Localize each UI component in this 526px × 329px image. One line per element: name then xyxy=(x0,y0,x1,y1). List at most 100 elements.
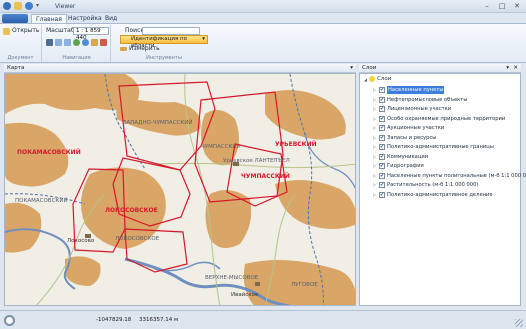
application-menu-button[interactable] xyxy=(2,14,28,23)
status-indicator-icon xyxy=(4,315,15,326)
layer-checkbox[interactable]: ✔ xyxy=(379,96,385,103)
scale-input[interactable]: 1 : 1 859 440 xyxy=(73,27,109,41)
layer-checkbox[interactable]: ✔ xyxy=(379,87,385,93)
scale-label: Масштаб: xyxy=(46,27,77,34)
expand-arrow-icon[interactable]: ▷ xyxy=(373,124,377,132)
pan-icon[interactable] xyxy=(91,39,98,46)
layers-root-icon xyxy=(369,76,376,82)
save-icon[interactable] xyxy=(46,39,53,46)
layer-label: Населенные пункты xyxy=(387,86,445,94)
info-icon[interactable] xyxy=(25,2,33,10)
layer-checkbox[interactable]: ✔ xyxy=(379,144,385,150)
map-label: ЗАПАДНО-ЧУМПАССКИЙ xyxy=(123,119,193,126)
open-button[interactable]: Открыть xyxy=(3,27,39,35)
layer-checkbox[interactable]: ✔ xyxy=(379,153,385,160)
status-bar: -1047829.18 3316357.14 м xyxy=(0,310,526,329)
map-label: ЛУГОВОЕ xyxy=(291,282,318,288)
zoom-out-icon[interactable] xyxy=(82,39,89,46)
layer-item[interactable]: ▷ ✔ Нефтепромысловые объекты xyxy=(373,96,467,104)
layers-tree: ◢ Слои ▷ ✔ Населенные пункты ▷ ✔ Нефтепромысл… xyxy=(359,73,526,306)
map-label: Локосово xyxy=(67,238,95,244)
tab-home[interactable]: Главная xyxy=(31,14,67,23)
measure-button[interactable]: Измерить xyxy=(120,45,160,53)
full-extent-icon[interactable] xyxy=(100,39,107,46)
expand-arrow-icon[interactable]: ▷ xyxy=(373,134,377,142)
layer-item[interactable]: ▷ ✔ Лицензионные участки xyxy=(373,105,451,113)
layer-item[interactable]: ▷ ✔ Запасы и ресурсы xyxy=(373,134,436,142)
map-label: ЧУМПАССКИЙ xyxy=(241,172,290,180)
window-controls: – □ ✕ xyxy=(480,1,524,11)
expand-arrow-icon[interactable]: ▷ xyxy=(373,162,377,170)
layer-checkbox[interactable]: ✔ xyxy=(379,191,385,198)
group-document: Открыть Документ xyxy=(0,25,42,62)
layers-root-label: Слои xyxy=(377,76,392,82)
search-input[interactable] xyxy=(142,27,200,35)
layer-checkbox[interactable]: ✔ xyxy=(379,106,385,112)
expand-arrow-icon[interactable]: ▷ xyxy=(373,153,377,161)
map-label: ЛОКОСОВСКОЕ xyxy=(105,207,158,214)
layer-label: Коммуникации xyxy=(387,153,429,160)
expand-arrow-icon[interactable]: ▷ xyxy=(373,172,377,180)
layer-checkbox[interactable]: ✔ xyxy=(379,115,385,122)
layer-item[interactable]: ▷ ✔ Коммуникации xyxy=(373,153,428,161)
layer-item[interactable]: ▷ ✔ Населенные пункты xyxy=(373,86,445,94)
layers-panel-header: Слои ▾ ✕ xyxy=(359,64,521,73)
layer-checkbox[interactable]: ✔ xyxy=(379,163,385,169)
layer-checkbox[interactable]: ✔ xyxy=(379,125,385,131)
layer-label: Населенные пункты полигональные (м-б 1:1… xyxy=(387,172,526,179)
close-button[interactable]: ✕ xyxy=(510,1,524,11)
minimize-button[interactable]: – xyxy=(480,1,494,11)
layer-item[interactable]: ▷ ✔ Политико-административные границы xyxy=(373,143,494,151)
back-arrow-icon[interactable] xyxy=(55,39,62,46)
group-navigation: Масштаб: 1 : 1 859 440 Навигация xyxy=(43,25,111,62)
layers-root[interactable]: ◢ Слои xyxy=(364,76,391,82)
layers-panel-pin-icon[interactable]: ▾ xyxy=(506,64,509,73)
expand-arrow-icon[interactable]: ▷ xyxy=(373,105,377,113)
map-panel-title: Карта xyxy=(7,65,25,71)
ribbon-tabs: Главная Настройка Вид xyxy=(0,13,526,23)
coord-unit: м xyxy=(173,317,179,323)
layer-checkbox[interactable]: ✔ xyxy=(379,172,385,179)
navigation-tools xyxy=(46,39,107,46)
tab-settings[interactable]: Настройка xyxy=(64,14,106,23)
tab-view[interactable]: Вид xyxy=(101,14,121,23)
map-label: ЧУМПАССКИЙ xyxy=(201,143,241,150)
layer-item[interactable]: ▷ ✔ Аукционные участки xyxy=(373,124,444,132)
ribbon: Открыть Документ Масштаб: 1 : 1 859 440 … xyxy=(0,23,526,63)
open-folder-icon[interactable] xyxy=(14,2,22,10)
layer-checkbox[interactable]: ✔ xyxy=(379,134,385,141)
collapse-arrow-icon[interactable]: ◢ xyxy=(364,77,367,82)
forward-arrow-icon[interactable] xyxy=(64,39,71,46)
layer-item[interactable]: ▷ ✔ Растительность (м-б 1:1 000 000) xyxy=(373,181,478,189)
expand-arrow-icon[interactable]: ▷ xyxy=(373,115,377,123)
map-svg[interactable]: ЗАПАДНО-ЧУМПАССКИЙ ПОКАМАСОВСКИЙ ЧУМПАСС… xyxy=(5,74,356,306)
maximize-button[interactable]: □ xyxy=(495,1,509,11)
layers-panel-close-icon[interactable]: ✕ xyxy=(513,64,518,73)
group-label-navigation: Навигация xyxy=(62,55,91,61)
layer-label: Особо охраняемые природные территории xyxy=(387,115,506,122)
layer-checkbox[interactable]: ✔ xyxy=(379,182,385,188)
expand-arrow-icon[interactable]: ▷ xyxy=(373,96,377,104)
map-canvas[interactable]: ЗАПАДНО-ЧУМПАССКИЙ ПОКАМАСОВСКИЙ ЧУМПАСС… xyxy=(4,73,356,306)
expand-arrow-icon[interactable]: ▷ xyxy=(373,86,377,94)
identify-by-area-button[interactable]: Идентификация по области ▾ xyxy=(120,35,208,49)
resize-grip-icon[interactable] xyxy=(515,319,523,327)
layer-item[interactable]: ▷ ✔ Населенные пункты полигональные (м-б 1… xyxy=(373,172,526,180)
settlement-marker[interactable] xyxy=(255,282,260,286)
zoom-in-icon[interactable] xyxy=(73,39,80,46)
layer-label: Лицензионные участки xyxy=(387,106,452,112)
layer-item[interactable]: ▷ ✔ Гидрография xyxy=(373,162,424,170)
layer-item[interactable]: ▷ ✔ Особо охраняемые природные территории xyxy=(373,115,505,123)
map-label: ЛОКОСОВСКОЕ xyxy=(115,236,160,242)
layer-label: Растительность (м-б 1:1 000 000) xyxy=(387,182,479,188)
measure-label: Измерить xyxy=(129,45,160,52)
layer-item[interactable]: ▷ ✔ Политико-административное деление xyxy=(373,191,493,199)
map-label: ВЕРХНЕ-МЫСОВОЕ xyxy=(205,275,259,281)
expand-arrow-icon[interactable]: ▷ xyxy=(373,181,377,189)
layer-label: Политико-административное деление xyxy=(387,191,493,198)
map-panel-pin-icon[interactable]: ▾ xyxy=(350,64,353,73)
expand-arrow-icon[interactable]: ▷ xyxy=(373,191,377,199)
identify-dropdown-icon: ▾ xyxy=(202,36,205,42)
expand-arrow-icon[interactable]: ▷ xyxy=(373,143,377,151)
qat-dropdown-icon[interactable]: ▾ xyxy=(36,2,44,10)
